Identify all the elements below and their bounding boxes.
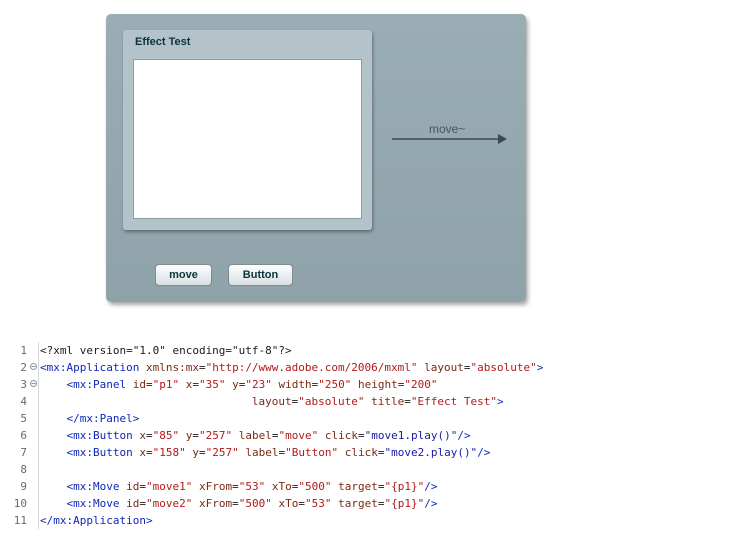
line-number: 11 xyxy=(13,514,27,527)
panel-content-area xyxy=(133,59,362,219)
code-listing: 1 <?xml version="1.0" encoding="utf-8"?> 2… xyxy=(0,342,740,529)
line-number: 1 xyxy=(20,344,27,357)
line-number: 7 xyxy=(20,446,27,459)
line-number: 5 xyxy=(20,412,27,425)
code-text: <mx:Application xmlns:mx="http://www.ado… xyxy=(40,361,544,374)
code-line: 7 <mx:Button x="158" y="257" label="Butt… xyxy=(0,444,740,461)
collapse-icon[interactable]: − xyxy=(30,380,37,388)
code-line: 3− <mx:Panel id="p1" x="35" y="23" width… xyxy=(0,376,740,393)
code-line: 4 layout="absolute" title="Effect Test"> xyxy=(0,393,740,410)
code-text: <mx:Move id="move2" xFrom="500" xTo="53"… xyxy=(66,497,438,510)
code-line: 5 </mx:Panel> xyxy=(0,410,740,427)
code-line: 1 <?xml version="1.0" encoding="utf-8"?> xyxy=(0,342,740,359)
line-number: 9 xyxy=(20,480,27,493)
line-number: 10 xyxy=(13,497,27,510)
line-number: 2 xyxy=(20,361,27,374)
collapse-icon[interactable]: − xyxy=(30,363,37,371)
code-text: </mx:Panel> xyxy=(66,412,140,425)
code-text: <mx:Panel id="p1" x="35" y="23" width="2… xyxy=(66,378,438,391)
code-text: <?xml version="1.0" encoding="utf-8"?> xyxy=(40,344,292,357)
code-text: <mx:Button x="85" y="257" label="move" c… xyxy=(66,429,471,442)
code-line: 9 <mx:Move id="move1" xFrom="53" xTo="50… xyxy=(0,478,740,495)
code-text: layout="absolute" title="Effect Test"> xyxy=(251,395,504,408)
code-line: 6 <mx:Button x="85" y="257" label="move"… xyxy=(0,427,740,444)
code-line: 10 <mx:Move id="move2" xFrom="500" xTo="… xyxy=(0,495,740,512)
code-text: </mx:Application> xyxy=(40,514,153,527)
effect-test-panel: Effect Test xyxy=(123,30,372,230)
line-number: 8 xyxy=(20,463,27,476)
panel-title: Effect Test xyxy=(135,36,191,48)
code-line: 8 xyxy=(0,461,740,478)
button-button[interactable]: Button xyxy=(228,264,293,286)
line-number: 4 xyxy=(20,395,27,408)
code-text: <mx:Button x="158" y="257" label="Button… xyxy=(66,446,491,459)
move-button[interactable]: move xyxy=(155,264,212,286)
code-line: 11 </mx:Application> xyxy=(0,512,740,529)
line-number: 6 xyxy=(20,429,27,442)
code-line: 2− <mx:Application xmlns:mx="http://www.a… xyxy=(0,359,740,376)
code-text: <mx:Move id="move1" xFrom="53" xTo="500"… xyxy=(66,480,438,493)
right-arrow-icon xyxy=(392,134,507,144)
flex-application: Effect Test move~ move Button xyxy=(106,14,526,302)
line-number: 3 xyxy=(20,378,27,391)
